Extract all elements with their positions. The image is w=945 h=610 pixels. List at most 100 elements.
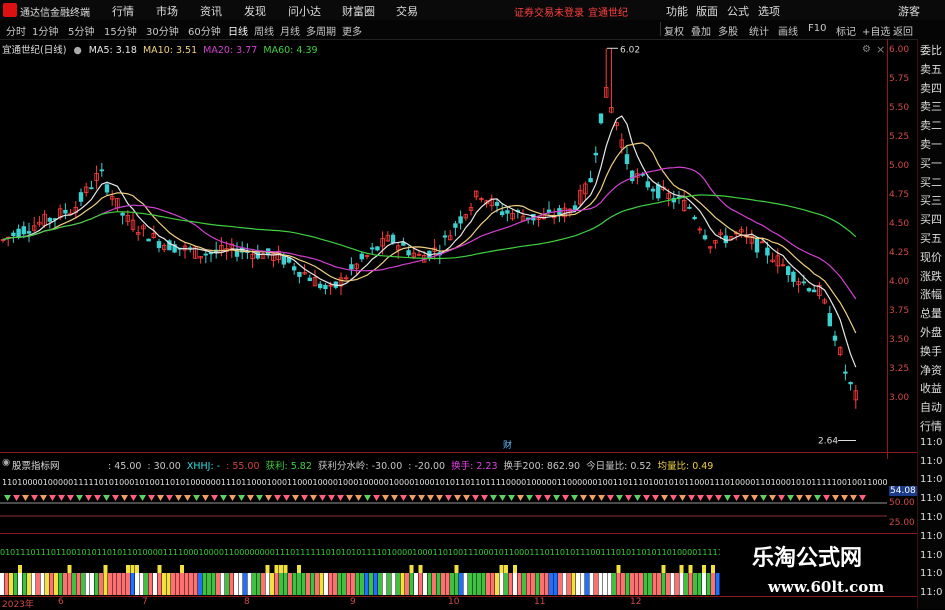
menu-trade[interactable]: 交易: [396, 3, 418, 19]
indicator-chart[interactable]: 1101000010000011111010100010100110101000…: [0, 473, 887, 533]
side-panel-item[interactable]: 卖二: [920, 117, 942, 133]
side-panel-item[interactable]: 总量: [920, 305, 942, 321]
overlay-button[interactable]: 叠加: [691, 23, 711, 38]
menu-wealth[interactable]: 财富圈: [342, 3, 375, 19]
side-panel-item[interactable]: 买二: [920, 174, 942, 190]
period-15min[interactable]: 15分钟: [104, 23, 137, 38]
volume-bar: [652, 573, 657, 595]
side-panel-item[interactable]: 11:0: [920, 512, 942, 523]
indicator-menu-icon[interactable]: ◉: [2, 457, 10, 468]
volume-bar: [666, 573, 670, 595]
volume-bar: [436, 573, 441, 595]
side-panel-item[interactable]: 11:0: [920, 437, 942, 448]
f10-button[interactable]: F10: [808, 23, 826, 34]
candle-body: [203, 253, 208, 256]
side-panel-item[interactable]: 11:0: [920, 474, 942, 485]
period-daily[interactable]: 日线: [228, 23, 248, 38]
function-button[interactable]: 功能: [666, 3, 688, 19]
menu-quotes[interactable]: 行情: [112, 3, 134, 19]
volume-bar: [454, 573, 459, 595]
side-panel-item[interactable]: 涨跌: [920, 268, 942, 284]
layout-button[interactable]: 版面: [696, 3, 718, 19]
side-panel-item[interactable]: 11:0: [920, 550, 942, 561]
multi-stock-button[interactable]: 多股: [718, 23, 738, 38]
period-5min[interactable]: 5分钟: [68, 23, 94, 38]
volume-bar: [162, 573, 166, 595]
menu-ask[interactable]: 问小达: [288, 3, 321, 19]
candle-body: [630, 170, 635, 182]
volume-bar: [468, 573, 472, 595]
period-30min[interactable]: 30分钟: [146, 23, 179, 38]
volume-bar: [706, 573, 711, 595]
signal-marker: [490, 495, 497, 501]
side-panel-item[interactable]: 委比: [920, 42, 942, 58]
side-panel-item[interactable]: 11:0: [920, 531, 942, 542]
period-weekly[interactable]: 周线: [254, 23, 274, 38]
side-panel-item[interactable]: 11:0: [920, 456, 942, 467]
signal-marker: [382, 495, 389, 501]
side-panel-item[interactable]: 卖一: [920, 136, 942, 152]
period-more[interactable]: 更多: [342, 23, 362, 38]
signal-marker: [427, 495, 434, 501]
side-panel-item[interactable]: 买五: [920, 230, 942, 246]
side-panel-item[interactable]: 自动: [920, 399, 942, 415]
formula-button[interactable]: 公式: [727, 3, 749, 19]
candle-body: [687, 207, 692, 209]
volume-flag: [513, 565, 517, 573]
side-panel-item[interactable]: 换手: [920, 343, 942, 359]
candlestick-chart[interactable]: 6.02 2.64 财: [0, 39, 887, 451]
side-panel-item[interactable]: 买四: [920, 211, 942, 227]
price-tick: 5.75: [889, 73, 910, 84]
mark-button[interactable]: 标记: [836, 23, 856, 38]
volume-strip[interactable]: 0101110111011001010110101101000011110001…: [0, 545, 720, 597]
side-panel-item[interactable]: 11:0: [920, 587, 942, 598]
side-panel-item[interactable]: 行情: [920, 418, 942, 434]
period-60min[interactable]: 60分钟: [188, 23, 221, 38]
login-status[interactable]: 证券交易未登录: [514, 4, 584, 19]
toolbar-divider: [660, 22, 661, 36]
draw-line-button[interactable]: 画线: [778, 23, 798, 38]
side-panel-item[interactable]: 11:0: [920, 493, 942, 504]
signal-marker: [211, 495, 218, 501]
period-monthly[interactable]: 月线: [280, 23, 300, 38]
side-panel-item[interactable]: 涨幅: [920, 286, 942, 302]
signal-marker: [319, 495, 326, 501]
options-button[interactable]: 选项: [758, 3, 780, 19]
stats-button[interactable]: 统计: [749, 23, 769, 38]
indicator-item: 获利分水岭: -30.00: [317, 461, 403, 472]
side-panel-item[interactable]: 现价: [920, 249, 942, 265]
signal-marker: [562, 495, 569, 501]
back-button[interactable]: 返回: [893, 23, 913, 38]
period-1min[interactable]: 1分钟: [32, 23, 58, 38]
volume-bar: [648, 573, 652, 595]
menu-discover[interactable]: 发现: [244, 3, 266, 19]
price-tick: 5.25: [889, 131, 910, 142]
menu-market[interactable]: 市场: [156, 3, 178, 19]
panel-divider: [0, 596, 917, 597]
side-panel-item[interactable]: 11:0: [920, 568, 942, 579]
side-panel-item[interactable]: 卖五: [920, 61, 942, 77]
volume-flag: [265, 565, 270, 573]
signal-marker: [238, 495, 245, 501]
indicator-name[interactable]: 股票指标网: [12, 458, 60, 472]
adjust-button[interactable]: 复权: [664, 23, 684, 38]
side-panel-item[interactable]: 外盘: [920, 324, 942, 340]
month-label: 2023年: [2, 600, 34, 610]
signal-marker: [778, 495, 785, 501]
side-panel-item[interactable]: 买三: [920, 192, 942, 208]
side-panel-item[interactable]: 卖三: [920, 98, 942, 114]
volume-bar: [643, 573, 648, 595]
candle-body: [827, 313, 832, 327]
add-watchlist-button[interactable]: +自选: [862, 23, 890, 38]
signal-marker: [148, 495, 155, 501]
side-panel-item[interactable]: 收益: [920, 380, 942, 396]
guest-button[interactable]: 游客: [898, 3, 920, 19]
side-panel-item[interactable]: 买一: [920, 155, 942, 171]
menu-news[interactable]: 资讯: [200, 3, 222, 19]
period-intraday[interactable]: 分时: [6, 23, 26, 38]
side-panel-item[interactable]: 卖四: [920, 80, 942, 96]
volume-bar: [247, 573, 252, 595]
period-multi[interactable]: 多周期: [306, 23, 336, 38]
side-panel-item[interactable]: 净资: [920, 362, 942, 378]
volume-bar: [409, 573, 414, 595]
